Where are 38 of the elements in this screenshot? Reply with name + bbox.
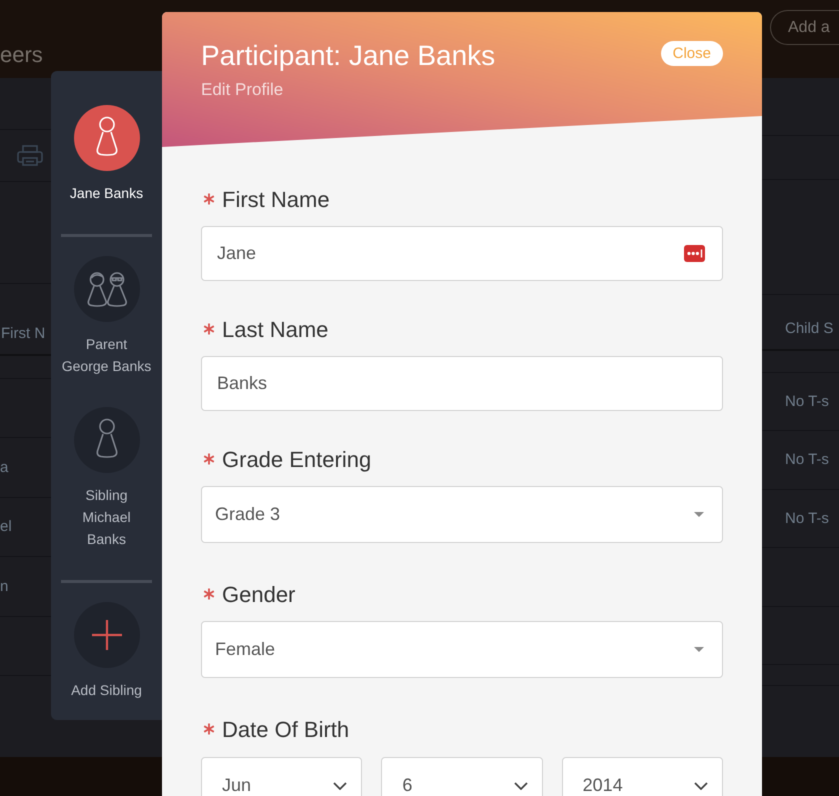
field-label: Gender bbox=[222, 581, 296, 609]
table-cell: el bbox=[0, 517, 12, 537]
text-input[interactable]: Banks bbox=[201, 356, 723, 411]
table-cell: a bbox=[0, 458, 8, 478]
profile-tab[interactable]: Add Sibling bbox=[51, 602, 162, 701]
table-cell: No T-s bbox=[785, 508, 829, 528]
profile-tab[interactable]: Parent George Banks bbox=[51, 256, 162, 377]
dropdown[interactable]: Jun bbox=[201, 757, 362, 796]
table-cell: No T-s bbox=[785, 450, 829, 470]
person-icon bbox=[74, 105, 140, 171]
chevron-down-icon bbox=[694, 782, 708, 790]
dropdown[interactable]: 2014 bbox=[562, 757, 723, 796]
table-cell: No T-s bbox=[785, 392, 829, 412]
password-dots-icon[interactable] bbox=[684, 245, 705, 262]
person-icon bbox=[74, 407, 140, 473]
couple-icon bbox=[74, 256, 140, 322]
page-title: eers bbox=[0, 41, 43, 69]
modal-title: Participant: Jane Banks bbox=[201, 39, 496, 73]
add-button[interactable]: Add a bbox=[770, 10, 839, 45]
chevron-down-icon bbox=[333, 782, 348, 790]
caret-icon bbox=[694, 647, 704, 652]
field-label: First Name bbox=[222, 186, 330, 214]
dropdown[interactable]: Female bbox=[201, 621, 723, 678]
column-header: First N bbox=[1, 324, 46, 344]
profile-tab[interactable]: Jane Banks bbox=[51, 105, 162, 204]
dropdown[interactable]: 6 bbox=[381, 757, 543, 796]
field-label: Last Name bbox=[222, 316, 328, 344]
plus-icon bbox=[74, 602, 140, 668]
field-label: Date Of Birth bbox=[222, 716, 350, 744]
text-input[interactable]: Jane bbox=[201, 226, 723, 281]
column-header: Child S bbox=[785, 319, 834, 339]
modal-subtitle: Edit Profile bbox=[201, 79, 284, 101]
dropdown[interactable]: Grade 3 bbox=[201, 486, 723, 543]
chevron-down-icon bbox=[514, 782, 528, 790]
table-cell: n bbox=[0, 576, 8, 596]
caret-icon bbox=[694, 512, 704, 517]
profile-tab[interactable]: Sibling Michael Banks bbox=[51, 407, 162, 550]
field-label: Grade Entering bbox=[222, 446, 372, 474]
